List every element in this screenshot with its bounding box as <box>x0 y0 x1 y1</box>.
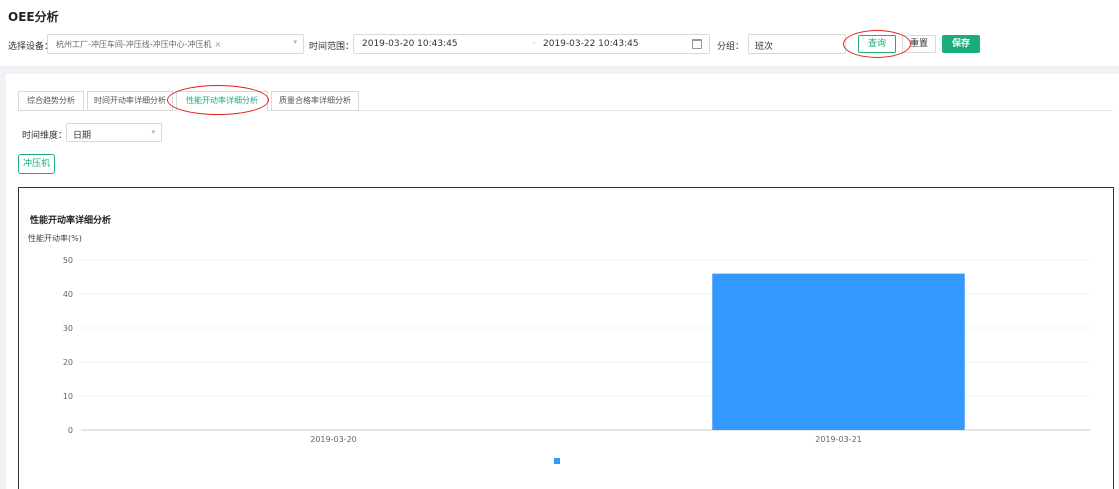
top-panel: OEE分析 选择设备： 杭州工厂-冲压车间-冲压线-冲压中心-冲压机 × ▾ 时间… <box>0 0 1119 66</box>
range-end[interactable]: 2019-03-22 10:43:45 <box>543 39 639 49</box>
tab-time-availability[interactable]: 时间开动率详细分析 <box>87 91 173 111</box>
y-tick-label: 50 <box>63 256 73 265</box>
bar-chart: 0 10 20 30 40 50 2019-03-20 2019-03-21 <box>63 256 1091 464</box>
time-dimension-label: 时间维度： <box>22 131 68 141</box>
range-separator: - <box>532 38 536 48</box>
group-label: 分组： <box>717 42 745 52</box>
y-tick-label: 40 <box>63 290 73 299</box>
save-button[interactable]: 保存 <box>942 35 980 53</box>
tab-quality[interactable]: 质量合格率详细分析 <box>271 91 359 111</box>
bar <box>712 273 965 430</box>
device-select[interactable]: 杭州工厂-冲压车间-冲压线-冲压中心-冲压机 × ▾ <box>47 34 304 54</box>
y-tick-label: 30 <box>63 324 73 333</box>
y-tick-label: 10 <box>63 392 73 401</box>
page-title: OEE分析 <box>8 10 59 24</box>
chevron-down-icon: ▾ <box>293 38 297 46</box>
machine-filter-button[interactable]: 冲压机 <box>18 154 55 174</box>
time-dimension-value: 日期 <box>73 131 92 141</box>
time-range-picker[interactable]: 2019-03-20 10:43:45 - 2019-03-22 10:43:4… <box>353 34 710 54</box>
tab-performance[interactable]: 性能开动率详细分析 <box>176 91 268 111</box>
chart-container: 性能开动率详细分析 性能开动率(%) 0 10 20 30 40 50 2019-03-20… <box>18 187 1114 489</box>
y-tick-label: 0 <box>68 426 73 435</box>
main-panel: 综合趋势分析 时间开动率详细分析 性能开动率详细分析 质量合格率详细分析 时间维… <box>6 74 1119 489</box>
chevron-down-icon: ▾ <box>151 128 155 136</box>
x-tick-label: 2019-03-21 <box>815 435 862 444</box>
reset-button[interactable]: 重置 <box>902 35 936 53</box>
group-select[interactable]: 班次 <box>748 34 846 54</box>
x-tick-label: 2019-03-20 <box>310 435 357 444</box>
time-range-label: 时间范围： <box>309 42 355 52</box>
tab-bar: 综合趋势分析 时间开动率详细分析 性能开动率详细分析 质量合格率详细分析 <box>18 91 1113 111</box>
group-value: 班次 <box>755 42 774 52</box>
calendar-icon <box>692 39 702 49</box>
device-tag-label: 杭州工厂-冲压车间-冲压线-冲压中心-冲压机 <box>56 40 212 49</box>
device-tag: 杭州工厂-冲压车间-冲压线-冲压中心-冲压机 × <box>56 39 221 51</box>
y-tick-label: 20 <box>63 358 73 367</box>
query-button[interactable]: 查询 <box>858 35 896 53</box>
tab-trend[interactable]: 综合趋势分析 <box>18 91 84 111</box>
time-dimension-select[interactable]: 日期 ▾ <box>66 123 162 142</box>
range-start[interactable]: 2019-03-20 10:43:45 <box>362 39 458 49</box>
legend-swatch <box>554 458 560 464</box>
close-icon[interactable]: × <box>215 40 222 49</box>
